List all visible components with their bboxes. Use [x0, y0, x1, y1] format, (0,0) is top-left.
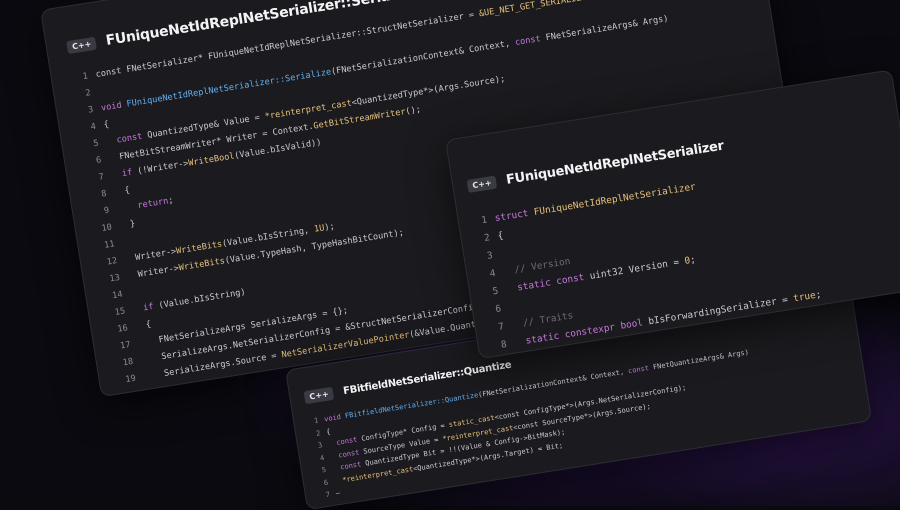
- line-number: 7: [325, 490, 331, 500]
- line-number: 20: [127, 390, 140, 398]
- code-token: {: [113, 185, 131, 198]
- code-text: {: [103, 117, 111, 135]
- code-token: struct: [494, 207, 535, 225]
- line-number: 5: [491, 285, 500, 298]
- line-number: 7: [497, 321, 505, 333]
- line-number: 3: [486, 250, 494, 262]
- code-token: {: [134, 319, 152, 332]
- code-token: if: [132, 301, 160, 316]
- code-token: if: [111, 166, 139, 181]
- line-number: 8: [500, 338, 508, 351]
- language-badge: C++: [66, 36, 98, 54]
- language-badge: C++: [303, 386, 335, 404]
- code-token: ();: [404, 104, 422, 118]
- code-token: ;: [689, 254, 697, 267]
- code-token: –: [335, 488, 341, 498]
- code-token: const: [627, 364, 650, 376]
- code-token: {: [103, 119, 110, 131]
- code-token: void: [100, 99, 128, 114]
- code-token: {: [496, 230, 505, 242]
- code-token: ;: [167, 195, 175, 207]
- code-token: }: [119, 218, 136, 232]
- code-token: ;: [814, 289, 823, 301]
- code-token: void: [323, 412, 346, 424]
- code-token: );: [323, 221, 336, 234]
- language-badge: C++: [466, 175, 498, 193]
- code-token: WriteBool: [187, 151, 236, 169]
- line-number: 1: [480, 214, 488, 227]
- code-token: true: [792, 289, 817, 305]
- code-token: WriteBits: [178, 256, 226, 274]
- line-number: 4: [489, 267, 497, 280]
- code-token: const: [514, 34, 542, 49]
- line-number: 2: [483, 232, 491, 245]
- code-text: {: [325, 425, 331, 438]
- line-number: 6: [494, 303, 502, 316]
- code-token: {: [325, 427, 331, 436]
- code-text: }: [119, 216, 137, 235]
- code-text: –: [335, 487, 341, 500]
- code-text: {: [496, 227, 504, 246]
